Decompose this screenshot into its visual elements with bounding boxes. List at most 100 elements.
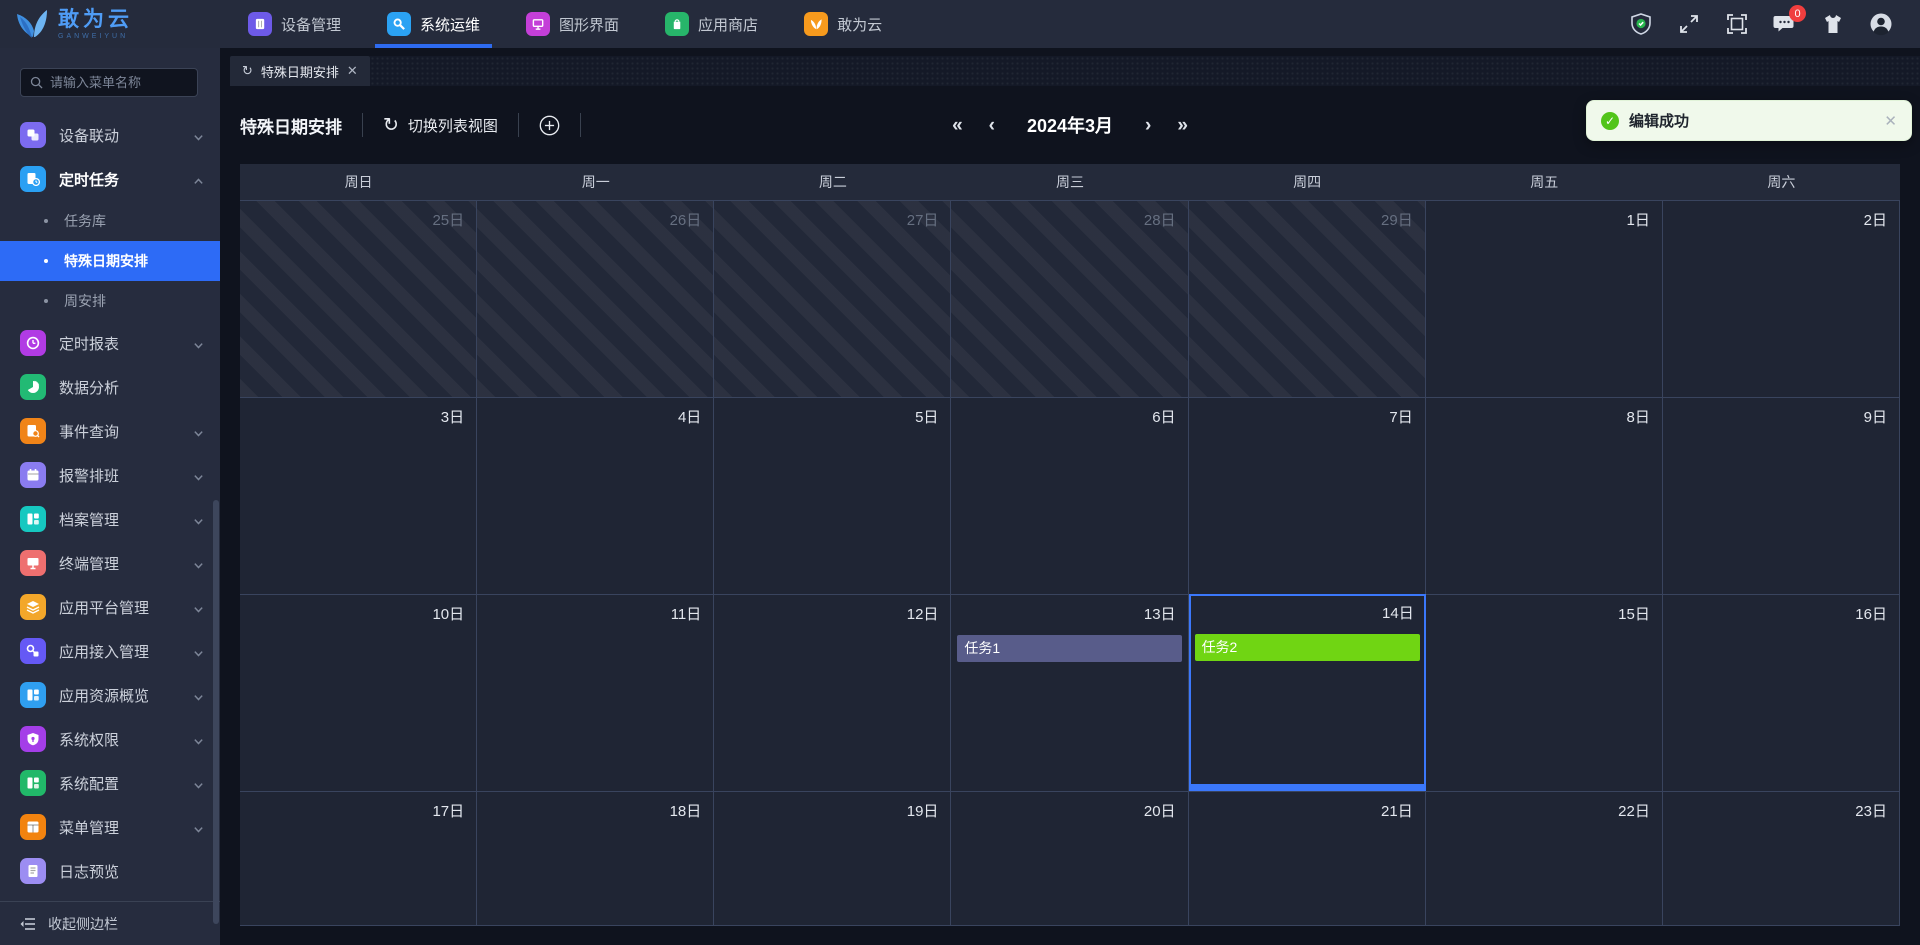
next-year-button[interactable]: » [1177, 116, 1188, 135]
calendar-cell-2[interactable]: 2日 [1662, 200, 1900, 397]
sidebar-scrollbar[interactable] [213, 500, 219, 924]
search-input[interactable] [50, 75, 188, 90]
sidebar-item-14[interactable]: 日志预览 [0, 849, 220, 893]
nav-item-4[interactable]: 敢为云 [786, 0, 900, 48]
sidebar-subitem-1-1[interactable]: 特殊日期安排 [0, 241, 220, 281]
calendar-cell-11[interactable]: 11日 [477, 594, 715, 791]
theme-icon[interactable] [1820, 11, 1846, 37]
calendar-cell-10[interactable]: 10日 [240, 594, 478, 791]
butterfly-icon [804, 12, 829, 36]
tab-refresh-icon[interactable]: ↻ [242, 63, 253, 79]
calendar-cell-6[interactable]: 6日 [951, 397, 1189, 594]
sidebar: 设备联动定时任务任务库特殊日期安排周安排定时报表数据分析事件查询报警排班档案管理… [0, 48, 220, 945]
chevron-up-icon [193, 174, 204, 185]
date-label: 20日 [1143, 803, 1176, 820]
calendar-cell-16[interactable]: 16日 [1662, 594, 1900, 791]
device-icon [248, 12, 272, 36]
calendar-cell-12[interactable]: 12日 [714, 594, 952, 791]
sidebar-item-label: 日志预览 [59, 863, 120, 881]
calendar-cell-3[interactable]: 3日 [240, 397, 478, 594]
nav-item-2[interactable]: 图形界面 [508, 0, 637, 48]
messages-icon[interactable]: 0 [1772, 5, 1806, 37]
calendar-cell-14[interactable]: 14日 任务2 [1188, 594, 1426, 791]
calendar-cell-25[interactable]: 25日 [240, 200, 478, 397]
sidebar-item-11[interactable]: 系统权限 [0, 717, 220, 761]
calendar-cell-29[interactable]: 29日 [1188, 200, 1426, 397]
prev-year-button[interactable]: « [952, 116, 963, 135]
page-title: 特殊日期安排 [240, 117, 342, 137]
task-bar[interactable]: 任务2 [1194, 634, 1420, 661]
sidebar-item-label: 设备联动 [59, 127, 120, 145]
nav-item-1[interactable]: 系统运维 [369, 0, 498, 48]
task-bar[interactable]: 任务1 [957, 635, 1182, 662]
calendar-cell-4[interactable]: 4日 [477, 397, 715, 594]
sidebar-item-12[interactable]: 系统配置 [0, 761, 220, 805]
calendar-cell-27[interactable]: 27日 [714, 200, 952, 397]
tab-close-icon[interactable]: ✕ [347, 63, 358, 79]
calendar-cell-18[interactable]: 18日 [477, 791, 715, 925]
prev-month-button[interactable]: ‹ [989, 116, 995, 135]
sidebar-item-4[interactable]: 事件查询 [0, 409, 220, 453]
calendar-cell-17[interactable]: 17日 [240, 791, 478, 925]
sidebar-item-label: 档案管理 [59, 511, 120, 529]
calendar-cell-19[interactable]: 19日 [714, 791, 952, 925]
store-icon [665, 12, 690, 36]
refresh-icon: ↻ [383, 114, 399, 136]
calendar-cell-21[interactable]: 21日 [1188, 791, 1426, 925]
sidebar-item-7[interactable]: 终端管理 [0, 541, 220, 585]
calendar-cell-5[interactable]: 5日 [714, 397, 952, 594]
calendar-cell-1[interactable]: 1日 [1425, 200, 1663, 397]
add-schedule-button[interactable] [539, 115, 560, 136]
nav-item-0[interactable]: 设备管理 [230, 0, 359, 48]
date-label: 13日 [1143, 606, 1176, 623]
calendar-cell-26[interactable]: 26日 [477, 200, 715, 397]
collapse-sidebar-button[interactable]: 收起侧边栏 [0, 901, 220, 945]
fullscreen-icon[interactable] [1676, 11, 1702, 37]
sidebar-item-10[interactable]: 应用资源概览 [0, 673, 220, 717]
weekday-header: 周四 [1293, 174, 1322, 190]
calendar-cell-22[interactable]: 22日 [1425, 791, 1663, 925]
shield-check-icon[interactable] [1628, 11, 1654, 37]
calendar-cell-8[interactable]: 8日 [1425, 397, 1663, 594]
tab-strip [369, 56, 1920, 86]
calendar: 周日 周一 周二 周三 周四 周五 周六 25日 26日 27日 28日 29日 1日 2日 3日 4日 5日… [240, 164, 1900, 926]
nav-item-3[interactable]: 应用商店 [647, 0, 776, 48]
next-month-button[interactable]: › [1145, 116, 1151, 135]
calendar-cell-28[interactable]: 28日 [951, 200, 1189, 397]
sidebar-item-8[interactable]: 应用平台管理 [0, 585, 220, 629]
date-label: 23日 [1855, 803, 1887, 820]
toast-close-icon[interactable]: ✕ [1884, 112, 1897, 130]
date-label: 12日 [906, 606, 939, 623]
calendar-cell-13[interactable]: 13日任务1 [951, 594, 1189, 791]
calendar-cell-23[interactable]: 23日 [1662, 791, 1900, 925]
layers-icon [20, 594, 46, 620]
sidebar-item-6[interactable]: 档案管理 [0, 497, 220, 541]
monitor-icon [20, 550, 46, 576]
date-label: 21日 [1381, 803, 1413, 820]
sidebar-subitem-1-0[interactable]: 任务库 [0, 201, 220, 241]
screenshot-icon[interactable] [1724, 11, 1750, 37]
sidebar-item-2[interactable]: 定时报表 [0, 321, 220, 365]
calendar-cell-9[interactable]: 9日 [1662, 397, 1900, 594]
calendar-grid: 25日 26日 27日 28日 29日 1日 2日 3日 4日 5日 6日 7日 8日 9日 10日 11日 1… [240, 200, 1900, 925]
sidebar-item-1[interactable]: 定时任务 [0, 157, 220, 201]
sidebar-item-label: 定时任务 [59, 171, 120, 189]
calendar-cell-7[interactable]: 7日 [1188, 397, 1426, 594]
sidebar-subitem-1-2[interactable]: 周安排 [0, 281, 220, 321]
squares-icon [20, 122, 46, 148]
sidebar-item-13[interactable]: 菜单管理 [0, 805, 220, 849]
date-label: 7日 [1389, 409, 1413, 426]
avatar-icon[interactable] [1868, 11, 1894, 37]
sidebar-menu: 设备联动定时任务任务库 特殊日期安排 周安排 定时报表 数据分析 事件查询 报警排班档案管理… [0, 107, 220, 901]
tab-special-date-schedule[interactable]: ↻ 特殊日期安排 ✕ [230, 56, 370, 86]
brand-title: 敢为云 [58, 7, 133, 31]
sidebar-item-9[interactable]: 应用接入管理 [0, 629, 220, 673]
sidebar-item-0[interactable]: 设备联动 [0, 113, 220, 157]
calendar-cell-20[interactable]: 20日 [951, 791, 1189, 925]
sidebar-item-label: 菜单管理 [59, 819, 120, 837]
sidebar-item-5[interactable]: 报警排班 [0, 453, 220, 497]
calendar-cell-15[interactable]: 15日 [1425, 594, 1663, 791]
chevron-down-icon [193, 690, 204, 701]
switch-list-view-button[interactable]: ↻ 切换列表视图 [383, 114, 498, 137]
sidebar-item-3[interactable]: 数据分析 [0, 365, 220, 409]
